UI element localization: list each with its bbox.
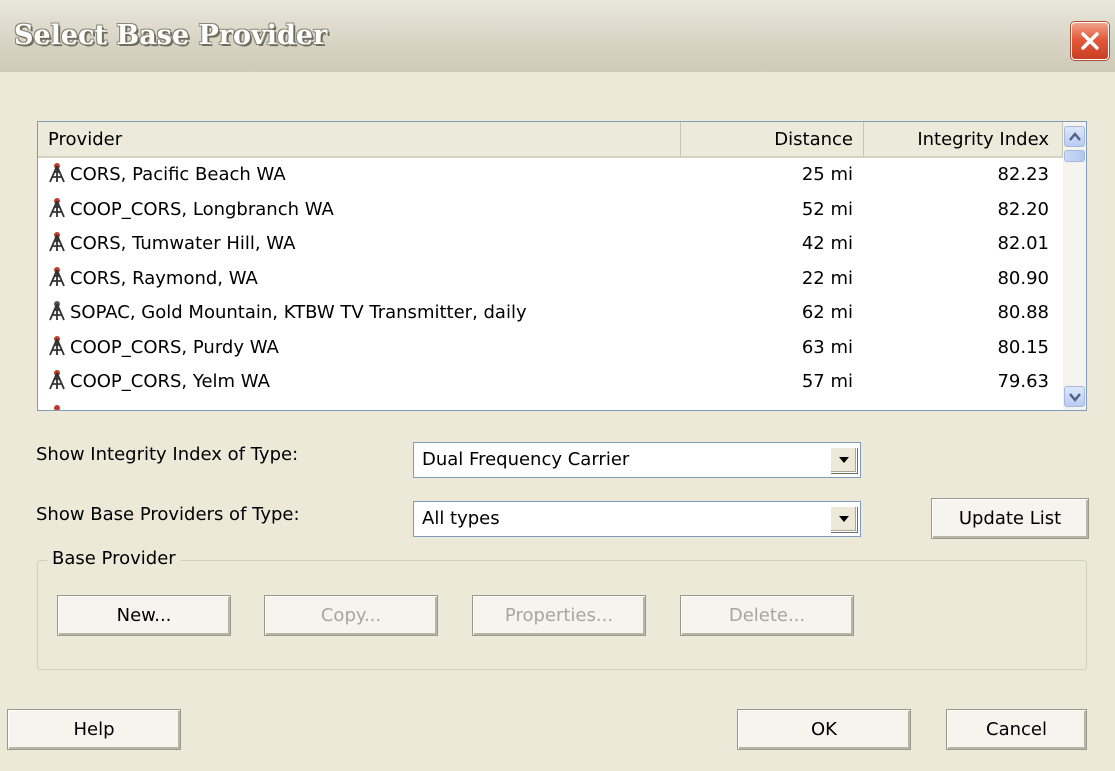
provider-type-label: Show Base Providers of Type:	[36, 504, 300, 525]
provider-cell: SOPAC, Gold Mountain, KTBW TV Transmitte…	[47, 296, 527, 331]
integrity-cell: 82.23	[997, 164, 1049, 185]
select-base-provider-dialog: Select Base Provider Provider Distance I…	[0, 0, 1115, 771]
dialog-title: Select Base Provider	[14, 20, 328, 51]
list-item[interactable]: COOP_CORS, Yelm WA 57 mi 79.63	[38, 365, 1063, 400]
distance-cell: 62 mi	[801, 302, 853, 323]
list-rows: CORS, Pacific Beach WA 25 mi 82.23 COOP_…	[38, 158, 1063, 410]
provider-cell: CORS, Raymond, WA	[47, 262, 258, 297]
provider-list[interactable]: Provider Distance Integrity Index CORS, …	[37, 121, 1087, 411]
update-list-button[interactable]: Update List	[931, 498, 1089, 539]
column-header-provider[interactable]: Provider	[38, 122, 681, 158]
integrity-cell: 80.15	[997, 336, 1049, 358]
cancel-button[interactable]: Cancel	[946, 709, 1087, 750]
integrity-type-value: Dual Frequency Carrier	[422, 449, 630, 470]
column-header-distance[interactable]: Distance	[681, 122, 864, 158]
integrity-type-select[interactable]: Dual Frequency Carrier	[413, 442, 861, 478]
distance-cell: 42 mi	[801, 233, 853, 254]
provider-cell: CORS, Pacific Beach WA	[47, 158, 286, 193]
distance-cell: 25 mi	[801, 164, 853, 185]
survey-tower-icon	[49, 266, 65, 286]
chevron-down-icon	[1068, 392, 1081, 402]
survey-tower-icon	[49, 335, 65, 355]
properties-button[interactable]: Properties...	[472, 595, 646, 636]
title-bar[interactable]: Select Base Provider	[0, 0, 1115, 72]
list-header: Provider Distance Integrity Index	[38, 122, 1063, 158]
dropdown-button[interactable]	[830, 506, 857, 532]
distance-cell: 22 mi	[801, 267, 853, 289]
provider-cell: COOP_CORS, Purdy WA	[47, 331, 279, 366]
close-button[interactable]	[1071, 22, 1109, 60]
survey-tower-icon	[54, 404, 60, 410]
integrity-cell: 79.63	[997, 371, 1049, 392]
provider-type-select[interactable]: All types	[413, 501, 861, 537]
provider-cell: COOP_CORS, Yelm WA	[47, 365, 270, 400]
vertical-scrollbar[interactable]	[1063, 122, 1086, 410]
provider-name: CORS, Tumwater Hill, WA	[70, 233, 296, 254]
help-button[interactable]: Help	[7, 709, 181, 750]
column-header-integrity-index[interactable]: Integrity Index	[864, 122, 1063, 158]
chevron-down-icon	[838, 516, 849, 522]
provider-cell: CORS, Tumwater Hill, WA	[47, 227, 295, 262]
provider-name: COOP_CORS, Longbranch WA	[70, 198, 334, 220]
new-button[interactable]: New...	[57, 595, 231, 636]
scroll-thumb[interactable]	[1064, 150, 1085, 162]
survey-tower-icon	[49, 163, 65, 183]
base-provider-legend: Base Provider	[47, 548, 181, 569]
list-item[interactable]: SOPAC, Gold Mountain, KTBW TV Transmitte…	[38, 296, 1063, 331]
integrity-cell: 80.88	[997, 302, 1049, 323]
provider-name: CORS, Raymond, WA	[70, 267, 258, 289]
list-item[interactable]: COOP_CORS, Purdy WA 63 mi 80.15	[38, 331, 1063, 366]
integrity-cell: 80.90	[997, 267, 1049, 289]
list-item[interactable]: CORS, Raymond, WA 22 mi 80.90	[38, 262, 1063, 297]
list-item[interactable]: CORS, Tumwater Hill, WA 42 mi 82.01	[38, 227, 1063, 262]
distance-cell: 63 mi	[801, 336, 853, 358]
chevron-down-icon	[838, 457, 849, 463]
survey-tower-icon	[49, 370, 65, 390]
scroll-up-button[interactable]	[1064, 126, 1085, 147]
provider-cell	[47, 400, 70, 410]
chevron-up-icon	[1068, 131, 1081, 141]
provider-name: COOP_CORS, Purdy WA	[70, 336, 279, 358]
provider-name: COOP_CORS, Yelm WA	[70, 371, 270, 392]
survey-tower-icon	[49, 232, 65, 252]
survey-tower-icon	[49, 301, 65, 321]
list-item[interactable]: COOP_CORS, Longbranch WA 52 mi 82.20	[38, 193, 1063, 228]
list-item[interactable]: CORS, Pacific Beach WA 25 mi 82.23	[38, 158, 1063, 193]
survey-tower-icon	[49, 197, 65, 217]
distance-cell: 57 mi	[801, 371, 853, 392]
scroll-down-button[interactable]	[1064, 386, 1085, 407]
copy-button[interactable]: Copy...	[264, 595, 438, 636]
ok-button[interactable]: OK	[737, 709, 911, 750]
provider-type-value: All types	[422, 508, 500, 529]
delete-button[interactable]: Delete...	[680, 595, 854, 636]
list-item-partial[interactable]	[38, 400, 1063, 410]
integrity-type-label: Show Integrity Index of Type:	[36, 444, 299, 465]
provider-name: CORS, Pacific Beach WA	[70, 164, 286, 185]
integrity-cell: 82.20	[997, 198, 1049, 220]
provider-name: SOPAC, Gold Mountain, KTBW TV Transmitte…	[70, 302, 527, 323]
dropdown-button[interactable]	[830, 447, 857, 473]
distance-cell: 52 mi	[801, 198, 853, 220]
close-icon	[1081, 32, 1099, 50]
provider-cell: COOP_CORS, Longbranch WA	[47, 193, 334, 228]
integrity-cell: 82.01	[997, 233, 1049, 254]
